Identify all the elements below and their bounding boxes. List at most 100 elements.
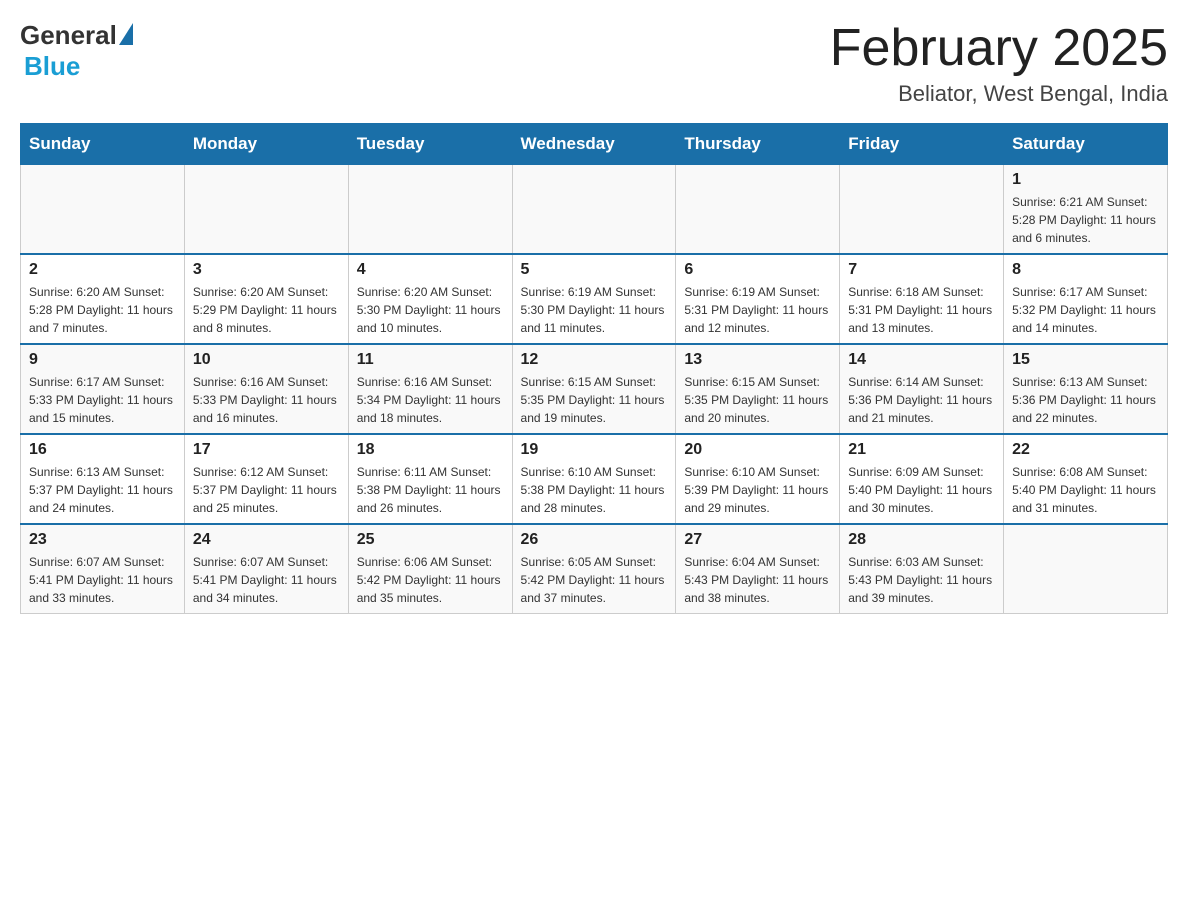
calendar-cell: 14 Sunrise: 6:14 AM Sunset: 5:36 PM Dayli… xyxy=(840,344,1004,434)
day-number: 15 xyxy=(1012,351,1159,369)
day-info: Sunrise: 6:18 AM Sunset: 5:31 PM Dayligh… xyxy=(848,283,995,337)
day-number: 19 xyxy=(521,441,668,459)
day-number: 28 xyxy=(848,531,995,549)
calendar-table: SundayMondayTuesdayWednesdayThursdayFrid… xyxy=(20,123,1168,614)
day-number: 18 xyxy=(357,441,504,459)
day-number: 27 xyxy=(684,531,831,549)
day-number: 1 xyxy=(1012,171,1159,189)
day-number: 20 xyxy=(684,441,831,459)
calendar-cell: 15 Sunrise: 6:13 AM Sunset: 5:36 PM Dayli… xyxy=(1004,344,1168,434)
day-number: 22 xyxy=(1012,441,1159,459)
day-info: Sunrise: 6:19 AM Sunset: 5:30 PM Dayligh… xyxy=(521,283,668,337)
day-info: Sunrise: 6:15 AM Sunset: 5:35 PM Dayligh… xyxy=(521,373,668,427)
day-info: Sunrise: 6:21 AM Sunset: 5:28 PM Dayligh… xyxy=(1012,193,1159,247)
day-number: 9 xyxy=(29,351,176,369)
day-info: Sunrise: 6:05 AM Sunset: 5:42 PM Dayligh… xyxy=(521,553,668,607)
day-info: Sunrise: 6:20 AM Sunset: 5:30 PM Dayligh… xyxy=(357,283,504,337)
weekday-header-saturday: Saturday xyxy=(1004,124,1168,165)
day-number: 5 xyxy=(521,261,668,279)
day-number: 6 xyxy=(684,261,831,279)
calendar-week-row: 1 Sunrise: 6:21 AM Sunset: 5:28 PM Daylig… xyxy=(21,165,1168,255)
calendar-cell: 16Sunrise: 6:13 AM Sunset: 5:37 PM Dayli… xyxy=(21,434,185,524)
calendar-cell: 25 Sunrise: 6:06 AM Sunset: 5:42 PM Dayli… xyxy=(348,524,512,614)
calendar-cell: 12 Sunrise: 6:15 AM Sunset: 5:35 PM Dayli… xyxy=(512,344,676,434)
weekday-header-monday: Monday xyxy=(184,124,348,165)
weekday-header-row: SundayMondayTuesdayWednesdayThursdayFrid… xyxy=(21,124,1168,165)
month-title: February 2025 xyxy=(830,20,1168,77)
day-info: Sunrise: 6:10 AM Sunset: 5:38 PM Dayligh… xyxy=(521,463,668,517)
calendar-cell: 28Sunrise: 6:03 AM Sunset: 5:43 PM Dayli… xyxy=(840,524,1004,614)
calendar-cell xyxy=(184,165,348,255)
day-number: 24 xyxy=(193,531,340,549)
calendar-cell: 7 Sunrise: 6:18 AM Sunset: 5:31 PM Daylig… xyxy=(840,254,1004,344)
day-info: Sunrise: 6:17 AM Sunset: 5:32 PM Dayligh… xyxy=(1012,283,1159,337)
calendar-cell: 4 Sunrise: 6:20 AM Sunset: 5:30 PM Daylig… xyxy=(348,254,512,344)
calendar-cell xyxy=(1004,524,1168,614)
day-number: 14 xyxy=(848,351,995,369)
logo: General Blue xyxy=(20,20,133,82)
day-info: Sunrise: 6:07 AM Sunset: 5:41 PM Dayligh… xyxy=(29,553,176,607)
calendar-cell: 20 Sunrise: 6:10 AM Sunset: 5:39 PM Dayli… xyxy=(676,434,840,524)
day-number: 25 xyxy=(357,531,504,549)
page-header: General Blue February 2025 Beliator, Wes… xyxy=(20,20,1168,107)
calendar-cell: 11Sunrise: 6:16 AM Sunset: 5:34 PM Dayli… xyxy=(348,344,512,434)
day-info: Sunrise: 6:04 AM Sunset: 5:43 PM Dayligh… xyxy=(684,553,831,607)
calendar-cell: 19 Sunrise: 6:10 AM Sunset: 5:38 PM Dayli… xyxy=(512,434,676,524)
day-info: Sunrise: 6:09 AM Sunset: 5:40 PM Dayligh… xyxy=(848,463,995,517)
day-number: 26 xyxy=(521,531,668,549)
day-number: 21 xyxy=(848,441,995,459)
calendar-cell: 26 Sunrise: 6:05 AM Sunset: 5:42 PM Dayli… xyxy=(512,524,676,614)
calendar-week-row: 2 Sunrise: 6:20 AM Sunset: 5:28 PM Daylig… xyxy=(21,254,1168,344)
day-number: 23 xyxy=(29,531,176,549)
day-number: 8 xyxy=(1012,261,1159,279)
calendar-cell xyxy=(840,165,1004,255)
calendar-cell: 10Sunrise: 6:16 AM Sunset: 5:33 PM Dayli… xyxy=(184,344,348,434)
day-info: Sunrise: 6:20 AM Sunset: 5:28 PM Dayligh… xyxy=(29,283,176,337)
calendar-cell: 17 Sunrise: 6:12 AM Sunset: 5:37 PM Dayli… xyxy=(184,434,348,524)
weekday-header-friday: Friday xyxy=(840,124,1004,165)
calendar-cell xyxy=(512,165,676,255)
day-info: Sunrise: 6:06 AM Sunset: 5:42 PM Dayligh… xyxy=(357,553,504,607)
calendar-cell: 27 Sunrise: 6:04 AM Sunset: 5:43 PM Dayli… xyxy=(676,524,840,614)
calendar-cell xyxy=(348,165,512,255)
calendar-cell: 3Sunrise: 6:20 AM Sunset: 5:29 PM Daylig… xyxy=(184,254,348,344)
weekday-header-tuesday: Tuesday xyxy=(348,124,512,165)
day-info: Sunrise: 6:13 AM Sunset: 5:36 PM Dayligh… xyxy=(1012,373,1159,427)
calendar-cell: 8 Sunrise: 6:17 AM Sunset: 5:32 PM Daylig… xyxy=(1004,254,1168,344)
calendar-cell: 21 Sunrise: 6:09 AM Sunset: 5:40 PM Dayli… xyxy=(840,434,1004,524)
calendar-cell: 22 Sunrise: 6:08 AM Sunset: 5:40 PM Dayli… xyxy=(1004,434,1168,524)
calendar-cell: 5 Sunrise: 6:19 AM Sunset: 5:30 PM Daylig… xyxy=(512,254,676,344)
calendar-cell: 18 Sunrise: 6:11 AM Sunset: 5:38 PM Dayli… xyxy=(348,434,512,524)
calendar-cell: 13 Sunrise: 6:15 AM Sunset: 5:35 PM Dayli… xyxy=(676,344,840,434)
day-number: 17 xyxy=(193,441,340,459)
day-info: Sunrise: 6:17 AM Sunset: 5:33 PM Dayligh… xyxy=(29,373,176,427)
day-info: Sunrise: 6:10 AM Sunset: 5:39 PM Dayligh… xyxy=(684,463,831,517)
day-number: 7 xyxy=(848,261,995,279)
calendar-week-row: 9 Sunrise: 6:17 AM Sunset: 5:33 PM Daylig… xyxy=(21,344,1168,434)
day-info: Sunrise: 6:13 AM Sunset: 5:37 PM Dayligh… xyxy=(29,463,176,517)
title-block: February 2025 Beliator, West Bengal, Ind… xyxy=(830,20,1168,107)
logo-triangle-icon xyxy=(119,23,133,45)
calendar-cell xyxy=(21,165,185,255)
day-info: Sunrise: 6:16 AM Sunset: 5:33 PM Dayligh… xyxy=(193,373,340,427)
day-info: Sunrise: 6:14 AM Sunset: 5:36 PM Dayligh… xyxy=(848,373,995,427)
calendar-cell: 6Sunrise: 6:19 AM Sunset: 5:31 PM Daylig… xyxy=(676,254,840,344)
calendar-week-row: 23 Sunrise: 6:07 AM Sunset: 5:41 PM Dayli… xyxy=(21,524,1168,614)
day-info: Sunrise: 6:08 AM Sunset: 5:40 PM Dayligh… xyxy=(1012,463,1159,517)
day-info: Sunrise: 6:12 AM Sunset: 5:37 PM Dayligh… xyxy=(193,463,340,517)
day-number: 4 xyxy=(357,261,504,279)
day-number: 11 xyxy=(357,351,504,369)
calendar-week-row: 16Sunrise: 6:13 AM Sunset: 5:37 PM Dayli… xyxy=(21,434,1168,524)
location-title: Beliator, West Bengal, India xyxy=(830,81,1168,107)
calendar-cell xyxy=(676,165,840,255)
day-number: 3 xyxy=(193,261,340,279)
day-number: 13 xyxy=(684,351,831,369)
logo-general-text: General xyxy=(20,20,117,51)
day-number: 2 xyxy=(29,261,176,279)
day-info: Sunrise: 6:11 AM Sunset: 5:38 PM Dayligh… xyxy=(357,463,504,517)
calendar-cell: 23 Sunrise: 6:07 AM Sunset: 5:41 PM Dayli… xyxy=(21,524,185,614)
calendar-cell: 9 Sunrise: 6:17 AM Sunset: 5:33 PM Daylig… xyxy=(21,344,185,434)
day-number: 12 xyxy=(521,351,668,369)
logo-blue-text: Blue xyxy=(24,51,80,82)
day-info: Sunrise: 6:15 AM Sunset: 5:35 PM Dayligh… xyxy=(684,373,831,427)
